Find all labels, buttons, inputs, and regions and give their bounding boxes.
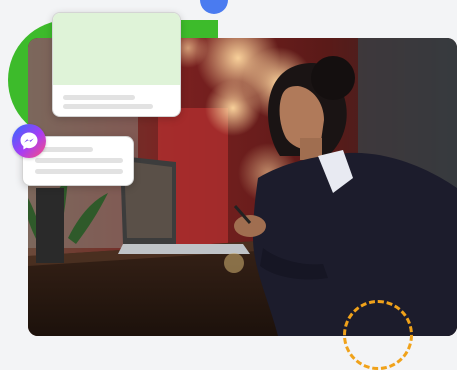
preview-text-line — [63, 104, 153, 109]
preview-text-line — [63, 95, 135, 100]
message-text-line — [35, 169, 123, 174]
preview-image — [53, 13, 180, 85]
messenger-icon — [12, 124, 46, 158]
preview-card — [52, 12, 181, 117]
message-text-line — [35, 158, 123, 163]
orange-dashed-ring — [343, 300, 413, 370]
blue-decor-dot — [200, 0, 228, 14]
